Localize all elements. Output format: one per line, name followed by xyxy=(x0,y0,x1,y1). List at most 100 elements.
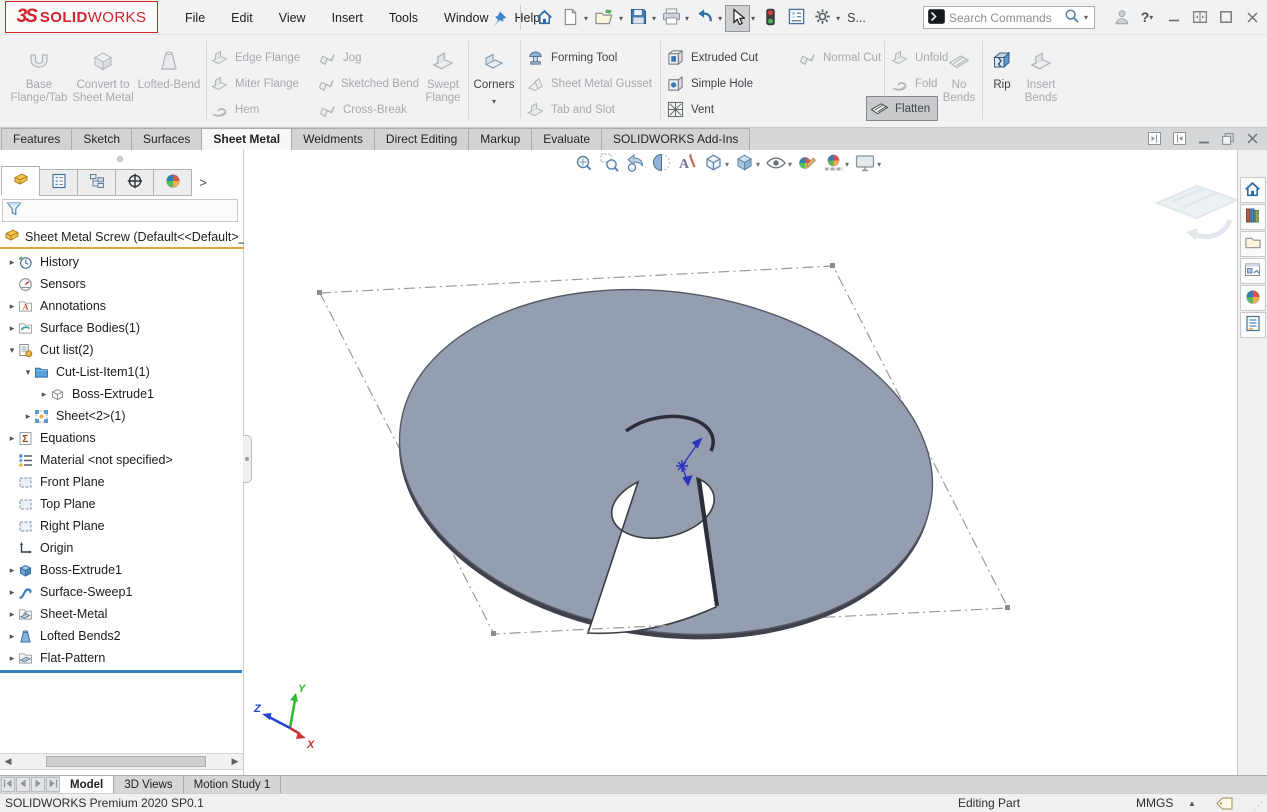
menu-tools[interactable]: Tools xyxy=(376,1,431,35)
dropdown-caret-icon[interactable]: ▾ xyxy=(652,14,656,23)
options-list-button[interactable] xyxy=(784,5,809,32)
model-canvas[interactable]: Y Z X xyxy=(252,150,1237,775)
dropdown-caret-icon[interactable]: ▾ xyxy=(836,14,840,23)
nav-next-button[interactable] xyxy=(31,777,45,792)
search-type-icon[interactable] xyxy=(928,9,945,27)
search-caret-icon[interactable]: ▾ xyxy=(1084,13,1088,22)
view-settings-button[interactable]: ▾ xyxy=(853,152,882,176)
taskpane-home-button[interactable] xyxy=(1240,177,1266,203)
units-caret-icon[interactable]: ▲ xyxy=(1188,795,1196,812)
apply-scene-button[interactable]: ▾ xyxy=(822,152,850,176)
collapse-arrow-icon[interactable]: ▾ xyxy=(22,367,34,378)
cross-break-button[interactable]: Cross-Break xyxy=(318,97,418,122)
new-doc-button[interactable] xyxy=(558,5,583,32)
dropdown-caret-icon[interactable]: ▾ xyxy=(584,14,588,23)
expand-arrow-icon[interactable]: ▸ xyxy=(6,609,18,620)
panel-tabs-more-button[interactable]: > xyxy=(192,169,214,196)
tree-root-item[interactable]: Sheet Metal Screw (Default<<Default>_ xyxy=(0,226,244,249)
settings-gear-button[interactable] xyxy=(810,5,835,32)
graphics-viewport[interactable]: A▾▾▾▾▾ xyxy=(252,150,1237,775)
menu-file[interactable]: File xyxy=(172,1,218,35)
forming-tool-button[interactable]: Forming Tool xyxy=(526,45,656,70)
split-window-button[interactable] xyxy=(1187,4,1213,30)
menu-edit[interactable]: Edit xyxy=(218,1,266,35)
vent-button[interactable]: Vent xyxy=(666,97,790,122)
doc-tab-model[interactable]: Model xyxy=(60,776,114,793)
expand-arrow-icon[interactable]: ▸ xyxy=(6,565,18,576)
tab-features[interactable]: Features xyxy=(1,128,72,150)
tree-item-flat-pattern[interactable]: ▸Flat-Pattern xyxy=(0,647,244,669)
tab-sketch[interactable]: Sketch xyxy=(71,128,132,150)
tree-item-front-plane[interactable]: Front Plane xyxy=(0,471,244,493)
expand-arrow-icon[interactable]: ▸ xyxy=(6,433,18,444)
tree-item-equations[interactable]: ▸ΣEquations xyxy=(0,427,244,449)
toolbar-overflow-label[interactable]: S... xyxy=(847,11,866,25)
design-library-button[interactable] xyxy=(1240,204,1266,230)
custom-properties-button[interactable] xyxy=(1240,312,1266,338)
select-cursor-button[interactable] xyxy=(725,5,750,32)
expand-arrow-icon[interactable]: ▸ xyxy=(22,411,34,422)
search-icon[interactable] xyxy=(1064,8,1080,27)
expand-arrow-icon[interactable]: ▸ xyxy=(38,389,50,400)
tree-item-top-plane[interactable]: Top Plane xyxy=(0,493,244,515)
search-input[interactable] xyxy=(949,11,1060,25)
part-body[interactable] xyxy=(376,256,955,672)
dropdown-caret-icon[interactable]: ▾ xyxy=(751,14,755,23)
normal-cut-button[interactable]: Normal Cut xyxy=(798,45,882,70)
expand-arrow-icon[interactable]: ▸ xyxy=(6,257,18,268)
tree-item-boss-extrude1[interactable]: ▸Boss-Extrude1 xyxy=(0,559,244,581)
search-box[interactable]: ▾ xyxy=(923,6,1095,29)
doc-tab-motion-study-1[interactable]: Motion Study 1 xyxy=(184,776,282,793)
nav-first-button[interactable] xyxy=(1,777,15,792)
minimize-icon[interactable] xyxy=(1198,133,1210,148)
tree-item-sheet-2-1[interactable]: ▸Sheet<2>(1) xyxy=(0,405,244,427)
tab-markup[interactable]: Markup xyxy=(468,128,532,150)
dropdown-caret-icon[interactable]: ▾ xyxy=(685,14,689,23)
pane-right-icon[interactable] xyxy=(1173,132,1186,148)
base-flange-button[interactable]: Base Flange/Tab xyxy=(8,40,70,122)
file-explorer-button[interactable] xyxy=(1240,231,1266,257)
nav-prev-button[interactable] xyxy=(16,777,30,792)
collapse-arrow-icon[interactable]: ▾ xyxy=(6,345,18,356)
tab-sheet-metal[interactable]: Sheet Metal xyxy=(201,128,292,150)
panel-splitter-grip[interactable] xyxy=(117,156,123,162)
open-button[interactable] xyxy=(591,5,618,32)
view-orientation-button[interactable]: ▾ xyxy=(702,152,730,176)
rollback-bar[interactable] xyxy=(0,670,242,673)
edge-flange-button[interactable]: Edge Flange xyxy=(210,45,316,70)
restore-icon[interactable] xyxy=(1222,133,1234,148)
edit-appearance-button[interactable] xyxy=(796,152,819,176)
scrollbar-thumb[interactable] xyxy=(46,756,206,767)
traffic-light-button[interactable] xyxy=(758,5,783,32)
tab-and-slot-button[interactable]: Tab and Slot xyxy=(526,97,656,122)
tab-direct-editing[interactable]: Direct Editing xyxy=(374,128,469,150)
dropdown-caret-icon[interactable]: ▾ xyxy=(718,14,722,23)
swept-flange-button[interactable]: Swept Flange xyxy=(420,40,466,122)
maximize-button[interactable] xyxy=(1213,4,1239,30)
account-person-icon[interactable] xyxy=(1109,4,1135,30)
panel-horizontal-scrollbar[interactable]: ◀ ▶ xyxy=(0,753,243,770)
tree-item-boss-extrude1[interactable]: ▸Boss-Extrude1 xyxy=(0,383,244,405)
pane-left-icon[interactable] xyxy=(1148,132,1161,148)
simple-hole-button[interactable]: Simple Hole xyxy=(666,71,790,96)
undo-button[interactable] xyxy=(692,5,717,32)
dropdown-caret-icon[interactable]: ▾ xyxy=(756,160,760,169)
extruded-cut-button[interactable]: Extruded Cut xyxy=(666,45,790,70)
tree-item-right-plane[interactable]: Right Plane xyxy=(0,515,244,537)
tree-filter-row[interactable] xyxy=(2,199,238,222)
tree-item-history[interactable]: ▸History xyxy=(0,251,244,273)
flatten-button[interactable]: Flatten xyxy=(866,96,938,121)
units-selector[interactable]: MMGS xyxy=(1136,794,1173,812)
expand-arrow-icon[interactable]: ▸ xyxy=(6,323,18,334)
dropdown-caret-icon[interactable]: ▾ xyxy=(725,160,729,169)
zoom-fit-button[interactable] xyxy=(572,152,595,176)
previous-view-button[interactable] xyxy=(624,152,647,176)
close-button[interactable] xyxy=(1239,4,1265,30)
tree-item-sheet-metal[interactable]: ▸Sheet-Metal xyxy=(0,603,244,625)
expand-arrow-icon[interactable]: ▸ xyxy=(6,631,18,642)
menu-view[interactable]: View xyxy=(266,1,319,35)
expand-arrow-icon[interactable]: ▸ xyxy=(6,653,18,664)
tree-item-sensors[interactable]: Sensors xyxy=(0,273,244,295)
section-view-button[interactable] xyxy=(650,152,673,176)
panel-collapse-handle[interactable] xyxy=(243,435,252,483)
